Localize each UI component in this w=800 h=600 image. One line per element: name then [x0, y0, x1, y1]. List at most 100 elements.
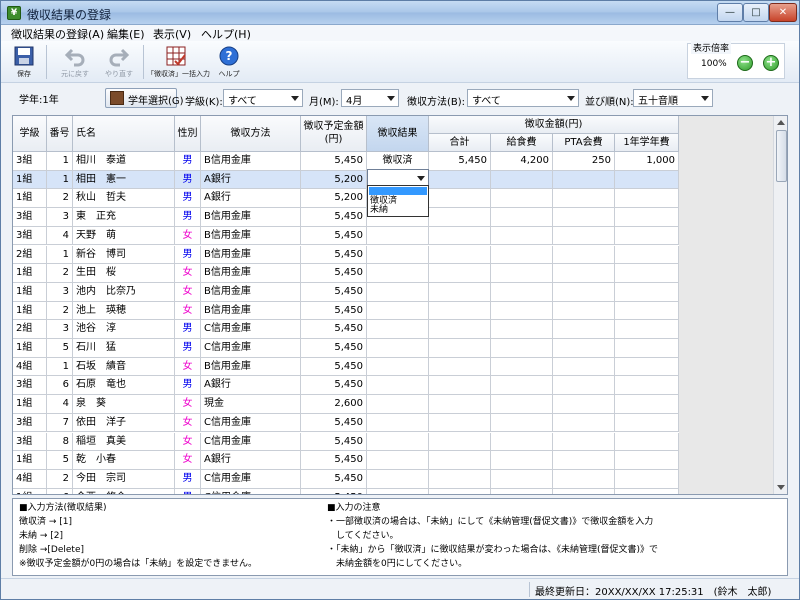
month-select[interactable]: 4月: [341, 89, 399, 107]
method-select[interactable]: すべて: [467, 89, 579, 107]
option-unpaid[interactable]: 未納: [370, 205, 388, 215]
header-class[interactable]: 学級: [13, 116, 47, 152]
cell-planned: 5,450: [301, 339, 367, 358]
cell-result[interactable]: [367, 245, 429, 265]
cell-result[interactable]: [367, 320, 429, 339]
cell-lunch: [491, 451, 553, 470]
scroll-down-icon[interactable]: [777, 485, 785, 490]
cell-gender: 女: [175, 226, 201, 246]
header-method[interactable]: 徴収方法: [201, 116, 301, 152]
vertical-scrollbar[interactable]: [773, 116, 787, 494]
chevron-down-icon: [387, 96, 395, 101]
cell-result[interactable]: [367, 395, 429, 414]
cell-class: 3組: [13, 432, 47, 452]
menu-view[interactable]: 表示(V): [153, 26, 191, 42]
zoom-out-button[interactable]: −: [737, 55, 753, 71]
cell-class: 1組: [13, 301, 47, 321]
cell-method: A銀行: [201, 189, 301, 209]
cell-result[interactable]: [367, 282, 429, 302]
cell-pta: [553, 282, 615, 302]
cell-name: 池谷 淳: [73, 320, 175, 339]
cell-lunch: [491, 488, 553, 494]
undo-button[interactable]: 元に戻す: [55, 43, 95, 81]
scroll-thumb[interactable]: [776, 130, 787, 182]
cell-gender: 女: [175, 432, 201, 452]
chevron-down-icon: [701, 96, 709, 101]
sort-select[interactable]: 五十音順: [633, 89, 713, 107]
header-result[interactable]: 徴収結果: [367, 116, 429, 152]
cell-planned: 5,450: [301, 432, 367, 452]
class-select[interactable]: すべて: [223, 89, 303, 107]
cell-result[interactable]: [367, 488, 429, 494]
cell-result[interactable]: [367, 226, 429, 246]
cell-result[interactable]: [367, 432, 429, 452]
cell-method: C信用金庫: [201, 469, 301, 489]
cell-class: 4組: [13, 469, 47, 489]
grade-display: 学年:1年: [19, 95, 59, 106]
note-right-line: ・一部徴収済の場合は、「未納」にして《未納管理(督促文書)》で徴収金額を入力: [327, 517, 654, 527]
help-button[interactable]: ? ヘルプ: [213, 43, 245, 81]
header-gender[interactable]: 性別: [175, 116, 201, 152]
menu-register[interactable]: 徴収結果の登録(A): [11, 26, 104, 42]
menu-edit[interactable]: 編集(E): [107, 26, 145, 42]
cell-result[interactable]: 徴収済: [367, 152, 429, 171]
header-amount-group: 徴収金額(円): [429, 116, 679, 134]
cell-total: [429, 469, 491, 489]
cell-result[interactable]: [367, 376, 429, 396]
header-total[interactable]: 合計: [429, 134, 491, 152]
cell-method: C信用金庫: [201, 432, 301, 452]
chevron-down-icon: [291, 96, 299, 101]
cell-number: 3: [47, 320, 73, 339]
zoom-in-button[interactable]: +: [763, 55, 779, 71]
header-planned[interactable]: 徴収予定金額 (円): [301, 116, 367, 152]
header-grade-fee[interactable]: 1年学年費: [615, 134, 679, 152]
cell-result[interactable]: [367, 451, 429, 470]
bulk-insert-button[interactable]: 「徴収済」一括入力: [147, 43, 210, 81]
cell-class: 1組: [13, 395, 47, 414]
help-label: ヘルプ: [218, 70, 240, 78]
cell-pta: [553, 320, 615, 339]
cell-result[interactable]: [367, 264, 429, 283]
sort-select-value: 五十音順: [638, 96, 678, 107]
note-left-line: ※徴収予定金額が0円の場合は「未納」を設定できません。: [19, 559, 257, 569]
cell-grade-fee: [615, 264, 679, 283]
undo-label: 元に戻す: [61, 70, 89, 78]
cell-method: B信用金庫: [201, 357, 301, 377]
cell-method: C信用金庫: [201, 320, 301, 339]
save-button[interactable]: 保存: [7, 43, 41, 81]
cell-result[interactable]: [367, 413, 429, 433]
close-button[interactable]: ✕: [769, 3, 797, 22]
cell-planned: 5,450: [301, 282, 367, 302]
cell-class: 1組: [13, 170, 47, 190]
cell-method: B信用金庫: [201, 301, 301, 321]
class-select-value: すべて: [228, 96, 257, 107]
scroll-up-icon[interactable]: [777, 120, 785, 125]
cell-lunch: [491, 432, 553, 452]
grade-select-button[interactable]: 学年選択(G): [105, 88, 184, 108]
header-lunch[interactable]: 給食費: [491, 134, 553, 152]
cell-result[interactable]: [367, 357, 429, 377]
cell-number: 2: [47, 189, 73, 209]
undo-icon: [64, 48, 85, 67]
cell-result[interactable]: [367, 339, 429, 358]
cell-planned: 5,450: [301, 451, 367, 470]
maximize-button[interactable]: □: [743, 3, 769, 22]
header-name[interactable]: 氏名: [73, 116, 175, 152]
cell-result[interactable]: [367, 301, 429, 321]
cell-name: 秋山 哲夫: [73, 189, 175, 209]
menu-bar: 徴収結果の登録(A) 編集(E) 表示(V) ヘルプ(H): [1, 25, 799, 41]
cell-gender: 男: [175, 339, 201, 358]
header-pta[interactable]: PTA会費: [553, 134, 615, 152]
table-check-icon: [166, 46, 186, 66]
minimize-button[interactable]: —: [717, 3, 743, 22]
cell-lunch: [491, 395, 553, 414]
cell-total: [429, 282, 491, 302]
cell-total: [429, 376, 491, 396]
cell-result[interactable]: [367, 469, 429, 489]
menu-help[interactable]: ヘルプ(H): [201, 26, 251, 42]
cell-class: 1組: [13, 339, 47, 358]
header-number[interactable]: 番号: [47, 116, 73, 152]
redo-button[interactable]: やり直す: [99, 43, 139, 81]
cell-pta: [553, 376, 615, 396]
result-dropdown[interactable]: [367, 169, 429, 186]
